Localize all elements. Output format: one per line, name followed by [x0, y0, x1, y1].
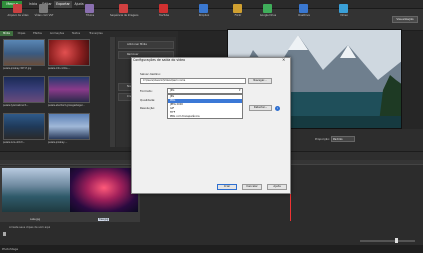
tab-textos[interactable]: Textos: [69, 31, 83, 36]
media-thumbnail[interactable]: [48, 39, 90, 66]
tool-label: OneDrive: [298, 14, 310, 17]
chevron-down-icon[interactable]: ▾: [239, 88, 241, 92]
info-icon[interactable]: i: [275, 106, 280, 111]
media-thumbnail[interactable]: [3, 39, 45, 66]
format-label: Formato:: [140, 89, 153, 93]
clip-track: Lake.jpg tree.jpg: [0, 166, 140, 222]
zoom-slider-handle[interactable]: [395, 238, 398, 243]
cancel-button[interactable]: Cancelar: [242, 184, 262, 190]
tool-flickr[interactable]: Flickr: [224, 4, 252, 21]
speaker-icon: [3, 232, 6, 236]
dropbox-icon: [199, 4, 208, 13]
status-bar: [0, 245, 423, 253]
tool-label: Vimeo: [340, 14, 348, 17]
image-sequence-icon: [119, 4, 128, 13]
clip-caption: tree.jpg: [98, 218, 110, 221]
media-caption: pexels-eberhard-grossgasteiger...: [48, 104, 85, 107]
media-caption: pexels-tyler-lastovich...: [3, 104, 29, 107]
media-thumbnail[interactable]: [48, 113, 90, 140]
media-grid: pexels-pixabay-36717.jpg pexels-mili-col…: [2, 37, 110, 147]
google-drive-icon: [263, 4, 272, 13]
tool-video-vst[interactable]: Vídeo com VST: [30, 4, 58, 21]
tab-efeitos[interactable]: Efeitos: [30, 31, 45, 36]
media-thumbnail[interactable]: [3, 76, 45, 103]
dialog-title: Configurações de saída do vídeo: [133, 58, 186, 62]
tool-label: Google Drive: [259, 14, 277, 17]
tool-label: Flickr: [234, 14, 242, 17]
tool-label: Dropbox: [198, 14, 210, 17]
timeline-clip[interactable]: [70, 168, 138, 212]
video-vst-icon: [39, 4, 48, 13]
format-option[interactable]: PNG com transparência: [168, 115, 242, 119]
media-caption: pexels-mili-collins-...: [48, 67, 71, 70]
quality-label: Qualidade:: [140, 98, 156, 102]
browse-button[interactable]: Navegar...: [248, 78, 272, 84]
audio-drop-hint: Arraste seus clipes de som aqui: [9, 226, 51, 229]
titles-icon: [85, 4, 94, 13]
media-thumbnail[interactable]: [3, 113, 45, 140]
vimeo-icon: [339, 4, 348, 13]
media-scrollbar[interactable]: [110, 37, 115, 147]
tab-clipes[interactable]: Clipes: [14, 31, 29, 36]
resolution-label: Resolução:: [140, 106, 156, 110]
tab-transicoes[interactable]: Transições: [84, 31, 108, 36]
aspect-ratio-select[interactable]: Padrão: [331, 136, 355, 142]
tool-google-drive[interactable]: Google Drive: [254, 4, 282, 21]
status-text: PhotoStage: [2, 247, 19, 251]
youtube-icon: [159, 4, 168, 13]
create-button[interactable]: Criar: [217, 184, 237, 190]
save-path-input[interactable]: C:\Users\Usuário\Videos\Sem nome: [140, 78, 246, 84]
tool-label: Arquivo de vídeo: [7, 14, 29, 17]
tool-label: Títulos: [85, 14, 95, 17]
media-caption: pexels-pixabay-36717.jpg: [3, 67, 32, 70]
help-button[interactable]: Ajuda: [267, 184, 287, 190]
tool-vimeo[interactable]: Vimeo: [330, 4, 358, 21]
tool-video-file[interactable]: Arquivo de vídeo: [4, 4, 32, 21]
media-caption: pexels-pixabay-...: [48, 141, 68, 144]
tab-animacoes[interactable]: Animações: [46, 31, 68, 36]
save-destination-label: Salvar destino:: [140, 72, 161, 76]
detect-button[interactable]: Detectar...: [249, 105, 272, 111]
onedrive-icon: [299, 4, 308, 13]
media-thumbnail[interactable]: [48, 76, 90, 103]
tool-dropbox[interactable]: Dropbox: [190, 4, 218, 21]
timeline-clip[interactable]: [2, 168, 70, 212]
tool-label: YouTube: [158, 14, 170, 17]
tool-image-sequence[interactable]: Sequência de Imagens: [110, 4, 138, 21]
app-window: Menu ▾ Início Editar Exportar Ajuda Arqu…: [0, 0, 423, 253]
zoom-slider[interactable]: [360, 240, 415, 242]
video-file-icon: [13, 4, 22, 13]
tool-label: Sequência de Imagens: [110, 14, 139, 17]
tool-youtube[interactable]: YouTube: [150, 4, 178, 21]
aspect-ratio-label: Proporção:: [315, 137, 330, 141]
tool-label: Vídeo com VST: [34, 14, 54, 17]
close-icon[interactable]: ✕: [282, 57, 285, 62]
format-dropdown-list: JPG PNG JPEG 2000 GIF TIFF PNG com trans…: [167, 94, 243, 119]
flickr-icon: [233, 4, 242, 13]
media-caption: pexels-luca-ullrich...: [3, 141, 25, 144]
tool-onedrive[interactable]: OneDrive: [290, 4, 318, 21]
tab-midia[interactable]: Mídia: [0, 31, 13, 36]
add-media-button[interactable]: Adicionar Mídia: [118, 41, 174, 49]
media-tabs: Mídia Clipes Efeitos Animações Textos Tr…: [0, 31, 116, 36]
clip-caption: Lake.jpg: [30, 218, 41, 221]
visualization-button[interactable]: Visualização: [392, 16, 418, 23]
tool-titles[interactable]: Títulos: [76, 4, 104, 21]
